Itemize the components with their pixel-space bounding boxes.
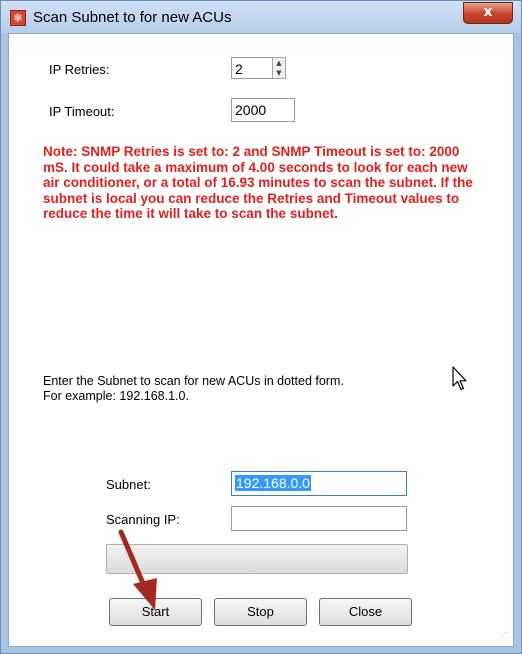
instructions-line-2: For example: 192.168.1.0. [43,389,189,403]
subnet-label: Subnet: [106,477,151,492]
ip-timeout-label: IP Timeout: [49,104,115,119]
stop-button[interactable]: Stop [214,598,307,626]
spin-up-icon[interactable]: ▲ [273,58,285,68]
annotation-arrow-icon [118,529,157,610]
scanning-ip-field [231,506,407,531]
scan-time-note: Note: SNMP Retries is set to: 2 and SNMP… [43,144,473,221]
ip-retries-label: IP Retries: [49,62,110,77]
mouse-pointer-icon [452,366,467,391]
close-window-button[interactable]: x [463,2,513,24]
ip-retries-value: 2 [235,61,243,77]
subnet-value: 192.168.0.0 [235,475,311,491]
instructions-line-1: Enter the Subnet to scan for new ACUs in… [43,374,344,388]
dialog-window: ❄ Scan Subnet to for new ACUs x IP Retri… [0,0,522,654]
ip-timeout-field[interactable]: 2000 [231,98,295,122]
snowflake-icon: ❄ [10,10,26,26]
subnet-instructions: Enter the Subnet to scan for new ACUs in… [43,374,344,404]
resize-grip-icon[interactable]: ⋰ [499,632,509,642]
title-bar[interactable]: ❄ Scan Subnet to for new ACUs x [1,1,521,33]
subnet-input[interactable]: 192.168.0.0 [231,471,407,496]
close-button[interactable]: Close [319,598,412,626]
ip-retries-spin[interactable]: ▲ ▼ [272,57,286,79]
window-title: Scan Subnet to for new ACUs [33,9,232,26]
dialog-body: IP Retries: 2 ▲ ▼ IP Timeout: 2000 Note:… [8,33,514,647]
spin-down-icon[interactable]: ▼ [273,68,285,78]
